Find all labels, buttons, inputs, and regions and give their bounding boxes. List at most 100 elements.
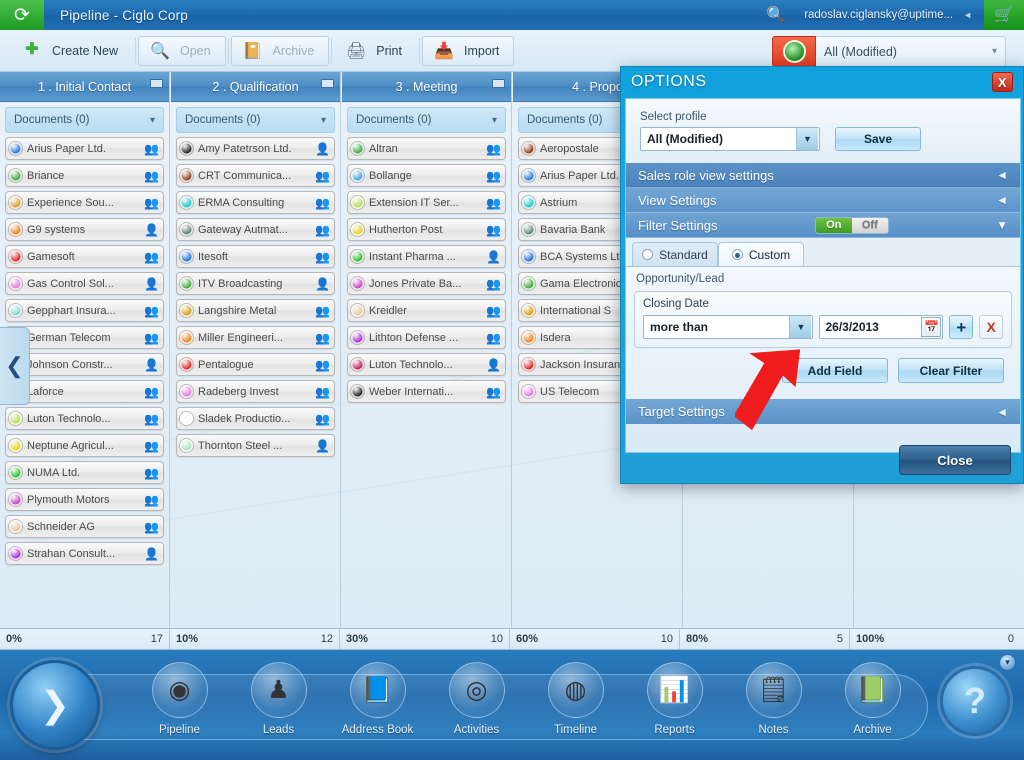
opportunity-card[interactable]: Strahan Consult... 👤 bbox=[5, 542, 164, 565]
minimize-icon[interactable] bbox=[492, 79, 505, 88]
archive-button[interactable]: 📔 Archive bbox=[230, 35, 330, 66]
opportunity-card[interactable]: G9 systems 👤 bbox=[5, 218, 164, 241]
user-account-label[interactable]: radoslav.ciglansky@uptime... bbox=[796, 9, 963, 21]
opportunity-card[interactable]: NUMA Ltd. 👥 bbox=[5, 461, 164, 484]
opportunity-card[interactable]: Plymouth Motors 👥 bbox=[5, 488, 164, 511]
opportunity-card[interactable]: Sladek Productio... 👥 bbox=[176, 407, 335, 430]
opportunity-card[interactable]: Lithton Defense ... 👥 bbox=[347, 326, 506, 349]
save-profile-button[interactable]: Save bbox=[835, 127, 921, 151]
opportunity-card[interactable]: Bollange 👥 bbox=[347, 164, 506, 187]
toggle-on-label: On bbox=[815, 217, 852, 233]
opportunity-card[interactable]: Schneider AG 👥 bbox=[5, 515, 164, 538]
opportunity-card[interactable]: Radeberg Invest 👥 bbox=[176, 380, 335, 403]
column-header: 3 . Meeting bbox=[342, 72, 511, 102]
opportunity-card[interactable]: Briance 👥 bbox=[5, 164, 164, 187]
basket-icon[interactable]: 🛒 bbox=[984, 0, 1024, 30]
status-dot-icon bbox=[180, 223, 193, 236]
opportunity-card[interactable]: Neptune Agricul... 👥 bbox=[5, 434, 164, 457]
opportunity-card[interactable]: Luton Technolo... 👤 bbox=[347, 353, 506, 376]
print-button[interactable]: 🖨 Print bbox=[334, 36, 417, 66]
calendar-icon[interactable]: 📅 bbox=[921, 317, 942, 337]
add-filter-row-button[interactable]: + bbox=[949, 315, 974, 339]
opportunity-name: Arius Paper Ltd. bbox=[27, 142, 106, 155]
opportunity-card[interactable]: Weber Internati... 👥 bbox=[347, 380, 506, 403]
help-button[interactable]: ? bbox=[940, 666, 1010, 736]
tab-custom[interactable]: Custom bbox=[718, 242, 804, 266]
minimize-icon[interactable] bbox=[321, 79, 334, 88]
accordion-sales-role-view-settings[interactable]: Sales role view settings ◄ bbox=[626, 163, 1020, 188]
dock-item-pipeline[interactable]: ◉ Pipeline bbox=[130, 662, 229, 736]
dock-item-address-book[interactable]: 📘 Address Book bbox=[328, 662, 427, 736]
opportunity-name: Strahan Consult... bbox=[27, 547, 116, 560]
documents-dropdown[interactable]: Documents (0) ▾ bbox=[176, 107, 335, 133]
status-dot-icon bbox=[9, 493, 22, 506]
activities-icon: ◎ bbox=[448, 662, 505, 718]
opportunity-card[interactable]: Luton Technolo... 👥 bbox=[5, 407, 164, 430]
close-icon[interactable]: X bbox=[992, 72, 1013, 92]
opportunity-card[interactable]: Gepphart Insura... 👥 bbox=[5, 299, 164, 322]
contact-group-icon: 👥 bbox=[486, 384, 501, 399]
opportunity-card[interactable]: Miller Engineeri... 👥 bbox=[176, 326, 335, 349]
profile-filter-dropdown[interactable]: All (Modified) ▾ bbox=[816, 36, 1006, 67]
minimize-icon[interactable] bbox=[150, 79, 163, 88]
documents-dropdown[interactable]: Documents (0) ▾ bbox=[5, 107, 164, 133]
dock-item-reports[interactable]: 📊 Reports bbox=[625, 662, 724, 736]
opportunity-card[interactable]: Itesoft 👥 bbox=[176, 245, 335, 268]
documents-label: Documents (0) bbox=[356, 114, 432, 126]
status-dot-icon bbox=[522, 196, 535, 209]
opportunity-card[interactable]: Arius Paper Ltd. 👥 bbox=[5, 137, 164, 160]
opportunity-card[interactable]: Extension IT Ser... 👥 bbox=[347, 191, 506, 214]
documents-dropdown[interactable]: Documents (0) ▾ bbox=[347, 107, 506, 133]
filter-operator-value: more than bbox=[650, 320, 709, 334]
opportunity-card[interactable]: Thornton Steel ... 👤 bbox=[176, 434, 335, 457]
opportunity-card[interactable]: Hutherton Post 👥 bbox=[347, 218, 506, 241]
opportunity-card[interactable]: Jones Private Ba... 👥 bbox=[347, 272, 506, 295]
opportunity-card[interactable]: Gamesoft 👥 bbox=[5, 245, 164, 268]
dock-item-activities[interactable]: ◎ Activities bbox=[427, 662, 526, 736]
opportunity-card[interactable]: Langshire Metal 👥 bbox=[176, 299, 335, 322]
stage-count: 0 bbox=[1007, 633, 1014, 645]
opportunity-card[interactable]: Instant Pharma ... 👤 bbox=[347, 245, 506, 268]
clear-filter-button[interactable]: Clear Filter bbox=[898, 358, 1004, 383]
status-dot-icon bbox=[180, 169, 193, 182]
dock-item-leads[interactable]: ♟ Leads bbox=[229, 662, 328, 736]
chevron-left-icon[interactable]: ❮ bbox=[0, 327, 30, 405]
stage-stat: 100% 0 bbox=[850, 629, 1020, 649]
app-home-icon[interactable]: ❯ bbox=[10, 660, 100, 750]
user-menu-caret-icon[interactable]: ◄ bbox=[963, 10, 984, 20]
tab-standard[interactable]: Standard bbox=[632, 242, 718, 266]
dock-item-timeline[interactable]: ◍ Timeline bbox=[526, 662, 625, 736]
filter-settings-toggle[interactable]: On Off bbox=[814, 216, 889, 234]
profile-select-dropdown[interactable]: All (Modified) ▼ bbox=[640, 127, 820, 151]
import-button[interactable]: 📥 Import bbox=[421, 35, 515, 66]
chevron-down-icon[interactable]: ▾ bbox=[999, 654, 1016, 671]
close-dialog-button[interactable]: Close bbox=[899, 445, 1011, 475]
opportunity-card[interactable]: ITV Broadcasting 👤 bbox=[176, 272, 335, 295]
accordion-filter-settings[interactable]: Filter Settings On Off ▼ bbox=[626, 213, 1020, 238]
filter-operator-dropdown[interactable]: more than ▼ bbox=[643, 315, 814, 339]
clear-filter-label: Clear Filter bbox=[919, 363, 983, 378]
opportunity-card[interactable]: Pentalogue 👥 bbox=[176, 353, 335, 376]
contact-group-icon: 👥 bbox=[315, 357, 330, 372]
accordion-target-settings[interactable]: Target Settings ◄ bbox=[626, 399, 1020, 424]
status-dot-icon bbox=[180, 142, 193, 155]
opportunity-card[interactable]: Kreidler 👥 bbox=[347, 299, 506, 322]
accordion-view-settings[interactable]: View Settings ◄ bbox=[626, 188, 1020, 213]
dock-item-notes[interactable]: 🗒 Notes bbox=[724, 662, 823, 736]
gear-icon[interactable] bbox=[772, 36, 816, 67]
remove-filter-row-button[interactable]: X bbox=[979, 315, 1003, 339]
opportunity-card[interactable]: Gas Control Sol... 👤 bbox=[5, 272, 164, 295]
opportunity-card[interactable]: CRT Communica... 👥 bbox=[176, 164, 335, 187]
opportunity-card[interactable]: Experience Sou... 👥 bbox=[5, 191, 164, 214]
create-new-button[interactable]: ✚ Create New bbox=[10, 36, 133, 66]
search-icon[interactable]: 🔍 bbox=[756, 0, 796, 30]
opportunity-card[interactable]: ERMA Consulting 👥 bbox=[176, 191, 335, 214]
filter-date-input[interactable]: 26/3/2013 📅 bbox=[819, 315, 944, 339]
status-dot-icon bbox=[522, 331, 535, 344]
opportunity-card[interactable]: Gateway Autmat... 👥 bbox=[176, 218, 335, 241]
opportunity-name: Gateway Autmat... bbox=[198, 223, 288, 236]
open-button[interactable]: 🔍 Open bbox=[138, 35, 226, 66]
opportunity-card[interactable]: Altran 👥 bbox=[347, 137, 506, 160]
opportunity-card[interactable]: Amy Patetrson Ltd. 👤 bbox=[176, 137, 335, 160]
dock-item-archive[interactable]: 📗 Archive bbox=[823, 662, 922, 736]
